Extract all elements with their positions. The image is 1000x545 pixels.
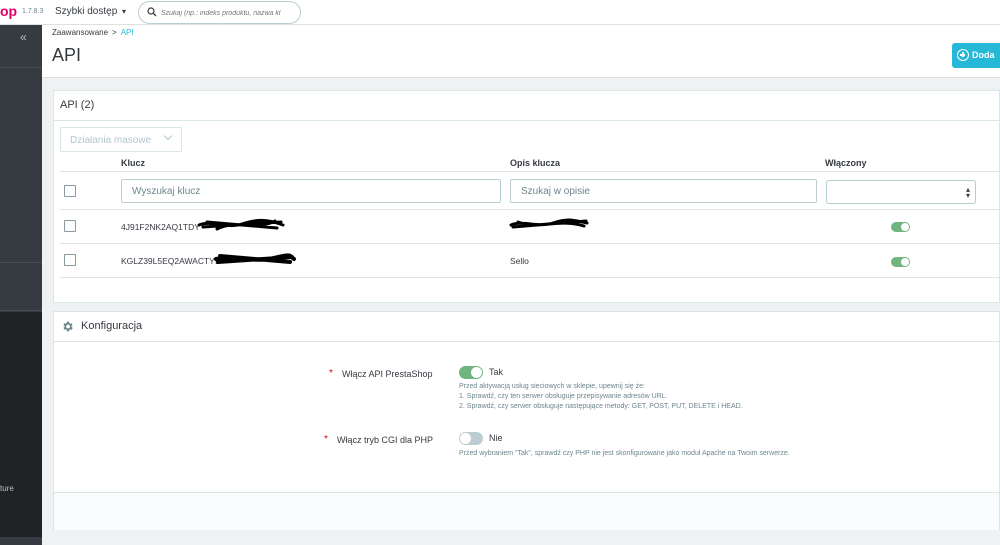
panel-heading: API (2) [54, 91, 999, 121]
breadcrumb-separator: > [112, 28, 117, 37]
search-input[interactable] [161, 6, 296, 20]
sidebar-divider [0, 67, 42, 68]
add-circle-icon [957, 49, 969, 61]
enable-api-label: Włącz API PrestaShop [342, 369, 433, 379]
redaction-scribble [214, 253, 296, 264]
sidebar: « ture [0, 25, 42, 545]
help-line: Przed aktywacją usług sieciowych w sklep… [459, 383, 645, 390]
enable-cgi-switch[interactable] [459, 432, 483, 445]
quick-access-label: Szybki dostęp [55, 6, 118, 17]
panel-title: API (2) [60, 99, 95, 111]
configuration-panel: Konfiguracja * Włącz API PrestaShop Tak … [53, 311, 1000, 530]
top-bar: op 1.7.8.3 Szybki dostęp ▾ [0, 0, 1000, 25]
chevron-down-icon [163, 131, 173, 141]
page-header: Zaawansowane > API API Doda [42, 25, 1000, 78]
row-checkbox[interactable] [64, 254, 76, 266]
enable-api-switch[interactable] [459, 366, 483, 379]
sidebar-item-label[interactable]: ture [0, 484, 14, 493]
required-marker: * [329, 368, 333, 379]
column-header-key[interactable]: Klucz [121, 158, 145, 168]
redaction-scribble [197, 218, 285, 231]
switch-knob [460, 433, 471, 444]
panel-heading: Konfiguracja [54, 312, 999, 342]
select-all-checkbox[interactable] [64, 185, 76, 197]
api-list-panel: API (2) Działania masowe Klucz Opis kluc… [53, 90, 1000, 303]
panel-footer [54, 493, 999, 530]
table-divider [60, 243, 1000, 244]
bulk-actions-label: Działania masowe [70, 135, 152, 146]
caret-down-icon: ▾ [122, 7, 127, 16]
panel-title: Konfiguracja [81, 320, 143, 332]
enable-cgi-value: Nie [489, 433, 503, 443]
table-divider [60, 209, 1000, 210]
api-key-cell: KGLZ39L5EQ2AWACTY9 [121, 256, 220, 266]
description-filter-input[interactable] [510, 179, 817, 203]
collapse-icon[interactable]: « [20, 30, 27, 44]
enabled-status-icon[interactable] [891, 257, 910, 267]
enable-cgi-label: Włącz tryb CGI dla PHP [337, 435, 434, 445]
row-checkbox[interactable] [64, 220, 76, 232]
table-divider [60, 171, 1000, 172]
help-line: 2. Sprawdź, czy serwer obsługuje następu… [459, 403, 743, 410]
api-description-cell: Sello [510, 256, 529, 266]
enabled-filter-select[interactable]: ▴ ▾ [826, 180, 976, 204]
enabled-status-icon[interactable] [891, 222, 910, 232]
column-header-enabled[interactable]: Włączony [825, 158, 867, 168]
search-icon [147, 7, 157, 17]
add-new-button[interactable]: Doda [952, 43, 1000, 68]
version-label: 1.7.8.3 [22, 8, 44, 15]
help-line: 1. Sprawdź, czy ten serwer obsługuje prz… [459, 393, 668, 400]
gear-icon [63, 321, 73, 332]
help-line: Przed wybraniem "Tak", sprawdź czy PHP n… [459, 450, 790, 457]
brand-logo[interactable]: op [0, 3, 17, 19]
sort-icon: ▴ ▾ [965, 185, 970, 200]
sidebar-divider [0, 310, 42, 311]
bulk-actions-dropdown[interactable]: Działania masowe [60, 127, 182, 152]
api-key-cell: 4J91F2NK2AQ1TDY [121, 222, 200, 232]
search-box [138, 1, 301, 24]
add-button-label: Doda [972, 50, 995, 60]
page-title: API [52, 45, 82, 65]
quick-access-menu[interactable]: Szybki dostęp ▾ [55, 6, 126, 17]
breadcrumb-parent[interactable]: Zaawansowane [52, 28, 108, 37]
breadcrumb: Zaawansowane > API [52, 28, 134, 37]
column-header-description[interactable]: Opis klucza [510, 158, 560, 168]
redaction-scribble [509, 218, 589, 229]
enable-api-value: Tak [489, 367, 504, 377]
table-divider [60, 277, 1000, 278]
breadcrumb-current[interactable]: API [121, 28, 134, 37]
required-marker: * [324, 434, 328, 445]
key-filter-input[interactable] [121, 179, 501, 203]
switch-knob [471, 367, 482, 378]
enable-cgi-help: Przed wybraniem "Tak", sprawdź czy PHP n… [459, 449, 790, 459]
enable-api-help: Przed aktywacją usług sieciowych w sklep… [459, 382, 743, 412]
sidebar-divider [0, 262, 42, 263]
sidebar-active-section [0, 312, 42, 537]
